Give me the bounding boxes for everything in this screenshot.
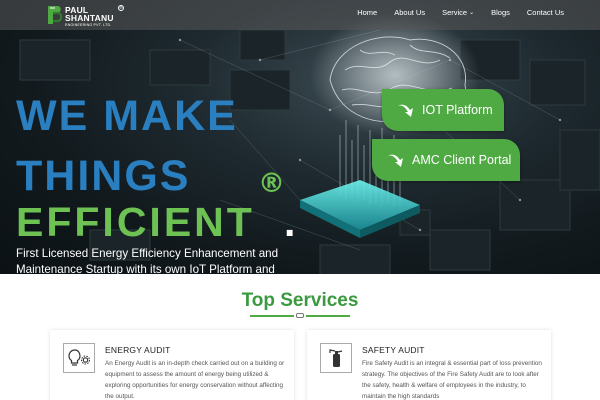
lightbulb-gear-icon: [63, 343, 95, 373]
service-card-safety-audit[interactable]: SAFETY AUDIT Fire Safety Audit is an int…: [307, 330, 551, 400]
hero-headline-line3: EFFICIENT: [16, 199, 255, 245]
energy-audit-title: ENERGY AUDIT: [105, 345, 171, 355]
nav-service-dropdown[interactable]: Service ⌄: [442, 8, 474, 17]
hero-description: First Licensed Energy Efficiency Enhance…: [16, 247, 279, 274]
chevron-down-icon: ⌄: [469, 10, 475, 16]
hero-registered-mark: ®: [258, 168, 285, 199]
services-section-title: Top Services: [241, 290, 359, 311]
hero-headline-line1: WE MAKE: [16, 92, 238, 140]
iot-platform-label: IOT Platform: [422, 103, 493, 117]
logo-registered-mark: ®: [118, 5, 124, 11]
amc-client-portal-label: AMC Client Portal: [412, 153, 512, 167]
safety-audit-title: SAFETY AUDIT: [362, 345, 425, 355]
company-logo[interactable]: PAUL SHANTANU ® ENGINEERING PVT. LTD.: [46, 4, 126, 28]
fire-extinguisher-icon: [320, 343, 352, 373]
hero-banner: PAUL SHANTANU ® ENGINEERING PVT. LTD. Ho…: [0, 0, 600, 274]
curved-arrow-icon: [396, 102, 416, 118]
top-navbar: PAUL SHANTANU ® ENGINEERING PVT. LTD. Ho…: [0, 0, 600, 30]
divider-ornament-icon: [296, 313, 304, 318]
nav-blogs-label: Blogs: [491, 8, 510, 17]
nav-home-label: Home: [357, 8, 378, 17]
nav-about-label: About Us: [394, 8, 426, 17]
divider-line-right: [306, 315, 350, 317]
service-card-energy-audit[interactable]: ENERGY AUDIT An Energy Audit is an in-de…: [50, 330, 294, 400]
amc-client-portal-button[interactable]: AMC Client Portal: [372, 139, 520, 181]
nav-home[interactable]: Home: [357, 8, 377, 17]
logo-name: PAUL SHANTANU: [65, 6, 125, 23]
nav-contact-label: Contact Us: [526, 8, 564, 17]
hero-headline-period: .: [284, 199, 296, 245]
logo-name-line2: SHANTANU: [65, 13, 114, 23]
title-divider: [250, 313, 350, 319]
safety-audit-text: Fire Safety Audit is an integral & essen…: [362, 360, 542, 400]
divider-line-left: [250, 315, 294, 317]
nav-blogs[interactable]: Blogs: [491, 8, 510, 17]
curved-arrow-icon: [386, 152, 406, 168]
ps-logo-icon: [48, 6, 63, 24]
hero-headline-line2: THINGS: [16, 152, 191, 200]
iot-platform-button[interactable]: IOT Platform: [382, 89, 504, 131]
nav-contact-us[interactable]: Contact Us: [527, 8, 564, 17]
energy-audit-text: An Energy Audit is an in-depth check car…: [105, 360, 285, 400]
nav-about-us[interactable]: About Us: [394, 8, 425, 17]
nav-menu: Home About Us Service ⌄ Blogs Contact Us: [340, 8, 564, 17]
nav-service-label: Service: [442, 8, 468, 17]
logo-subtitle: ENGINEERING PVT. LTD.: [65, 23, 112, 27]
